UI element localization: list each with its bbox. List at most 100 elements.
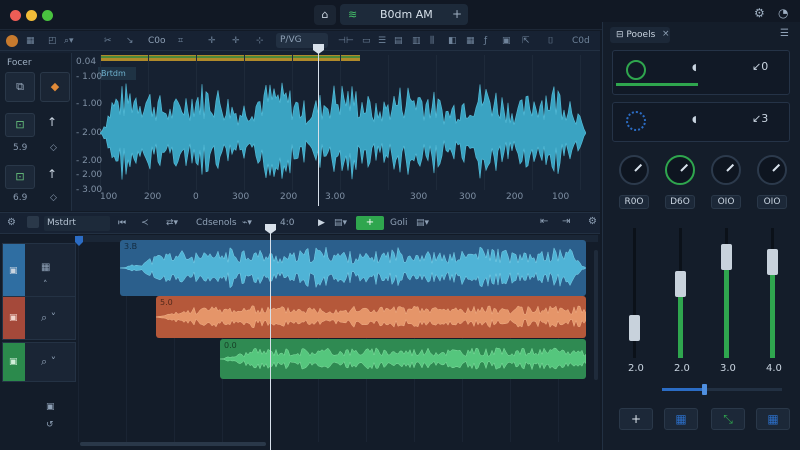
send-knob-1[interactable] <box>626 60 646 80</box>
channel-a-icon[interactable]: ⊡ <box>5 113 35 137</box>
track-icon[interactable] <box>27 216 39 228</box>
loop-toggle-icon[interactable]: ⇄▾ <box>166 218 178 228</box>
zoom-label[interactable]: C0d <box>572 36 590 46</box>
fader-cap[interactable] <box>721 244 732 270</box>
pan-knob-1[interactable] <box>619 155 649 185</box>
mixer-icon[interactable]: ⫼ <box>430 36 434 46</box>
bell-icon[interactable]: ◔ <box>778 6 788 20</box>
arrow-left-icon[interactable]: ⇤ <box>540 216 548 227</box>
grid-icon[interactable]: ▦ <box>26 36 35 46</box>
table-icon[interactable]: ▦ <box>466 36 475 46</box>
tiles-icon[interactable]: ▦ <box>756 408 790 430</box>
main-waveform[interactable] <box>100 78 586 188</box>
x-axis-label: 200 <box>144 192 162 202</box>
knob-label: OIO <box>757 195 787 209</box>
up-arrow-icon[interactable]: ↑ <box>47 115 57 129</box>
diamond-icon[interactable]: ◆ <box>40 72 70 102</box>
maximize-window-button[interactable] <box>42 10 53 21</box>
folder-icon[interactable]: ▤▾ <box>416 218 429 228</box>
fader-cap[interactable] <box>675 271 686 297</box>
view-icon[interactable]: ◧ <box>448 36 457 46</box>
track-header-1[interactable]: ▣ ▦ ˄ <box>2 243 76 299</box>
pan-knob-2[interactable] <box>665 155 695 185</box>
add-track-button[interactable]: + <box>356 216 384 230</box>
send-knob-2[interactable] <box>626 111 646 131</box>
horizontal-scrollbar[interactable] <box>80 442 266 446</box>
expand-icon[interactable]: ⤡ <box>711 408 745 430</box>
rewind-icon[interactable]: ≺ <box>141 218 149 228</box>
mixer-tab-icon: ⊟ <box>616 30 627 40</box>
play-icon[interactable]: ▶ <box>318 218 325 228</box>
crop-icon[interactable]: ⌷ <box>548 36 553 46</box>
gear-icon[interactable]: ⚙ <box>7 217 16 228</box>
layers-icon[interactable]: ▤ <box>394 36 403 46</box>
new-tab-icon[interactable]: + <box>452 7 462 21</box>
pan-knob-4[interactable] <box>757 155 787 185</box>
chevron-up-icon[interactable]: ˄ <box>43 280 48 290</box>
loop-icon[interactable]: ▭ <box>362 36 371 46</box>
nudge-right-icon[interactable]: ✛ <box>232 36 240 46</box>
search-icon[interactable]: ⌕ ˅ <box>41 355 56 369</box>
master-slider-thumb[interactable] <box>702 384 707 395</box>
add-icon[interactable]: + <box>619 408 653 430</box>
vertical-scrollbar[interactable] <box>594 250 598 380</box>
nudge-left-icon[interactable]: ✛ <box>208 36 216 46</box>
undo-icon[interactable]: ↺ <box>46 420 54 430</box>
list-icon[interactable]: ☰ <box>378 36 386 46</box>
send-level-bar[interactable] <box>616 83 698 86</box>
track-header-2[interactable]: ▣ ⌕ ˅ <box>2 296 76 340</box>
close-icon[interactable]: × <box>662 29 670 39</box>
settings-icon[interactable]: ⚙ <box>588 216 597 227</box>
channel-b-icon[interactable]: ⊡ <box>5 165 35 189</box>
document-tab-title: B0dm AM <box>380 8 433 21</box>
tool-a-label[interactable]: C0o <box>148 36 166 46</box>
arrow-right-icon[interactable]: ⇥ <box>562 216 570 227</box>
audio-clip-1[interactable]: 3.B <box>120 240 586 296</box>
audio-clip-2[interactable]: 5.0 <box>156 296 586 338</box>
grid-view-icon[interactable]: ▦ <box>664 408 698 430</box>
mode-label[interactable]: Cdsenols <box>196 218 237 228</box>
fx-icon[interactable]: ƒ <box>484 36 487 46</box>
track-header-3[interactable]: ▣ ⌕ ˅ <box>2 342 76 382</box>
audio-clip-3[interactable]: 0.0 <box>220 339 586 379</box>
menu-icon[interactable]: ☰ <box>780 28 789 39</box>
x-axis-label: 200 <box>506 192 524 202</box>
minimize-window-button[interactable] <box>26 10 37 21</box>
cut-icon[interactable]: ✂ <box>104 36 112 46</box>
grid-icon[interactable]: ▦ <box>41 262 50 273</box>
snap-label[interactable]: Goli <box>390 218 407 228</box>
marker-icon[interactable]: ⊣⊢ <box>338 36 354 46</box>
snap-icon[interactable]: ⌗ <box>178 36 183 46</box>
close-window-button[interactable] <box>10 10 21 21</box>
search-icon[interactable]: ⌕ ˅ <box>41 311 56 325</box>
skip-back-icon[interactable]: ⏮ <box>118 218 126 228</box>
list-view-icon[interactable]: ▤▾ <box>334 218 347 228</box>
settings-icon[interactable]: ⚙ <box>754 6 765 20</box>
fader-label: 3.0 <box>720 363 736 374</box>
clip-waveform <box>220 347 586 371</box>
home-icon[interactable]: ⌂ <box>314 5 336 25</box>
stack-icon[interactable]: ▥ <box>412 36 421 46</box>
document-tab[interactable]: ≋ B0dm AM + <box>340 4 468 25</box>
track-name-field[interactable]: Mstdrt <box>44 216 110 231</box>
export-icon[interactable]: ⇱ <box>522 36 530 46</box>
split-icon[interactable]: ⊹ <box>256 36 264 46</box>
mixer-tab[interactable]: ⊟ Pooels <box>610 27 670 43</box>
arrange-playhead-line[interactable] <box>270 228 271 450</box>
fader-cap[interactable] <box>629 315 640 341</box>
zoom-icon[interactable]: ⌕▾ <box>64 36 74 46</box>
monitor-icon[interactable]: ▣ <box>502 36 511 46</box>
up-arrow-icon[interactable]: ↑ <box>47 167 57 181</box>
y-axis-label: - 2.00 <box>76 156 103 166</box>
y-axis-label: - 1.00 <box>76 99 103 109</box>
trim-icon[interactable]: ↘ <box>126 36 134 46</box>
pan-knob-3[interactable] <box>711 155 741 185</box>
record-icon[interactable] <box>6 35 18 47</box>
save-icon[interactable]: ▣ <box>46 402 55 412</box>
copy-icon[interactable]: ⧉ <box>5 72 35 102</box>
select-icon[interactable]: ◰ <box>48 36 57 46</box>
metronome-icon[interactable]: ⌁▾ <box>242 218 252 228</box>
playhead-line[interactable] <box>318 46 319 206</box>
fader-cap[interactable] <box>767 249 778 275</box>
position-readout: 4:0 <box>280 218 295 228</box>
